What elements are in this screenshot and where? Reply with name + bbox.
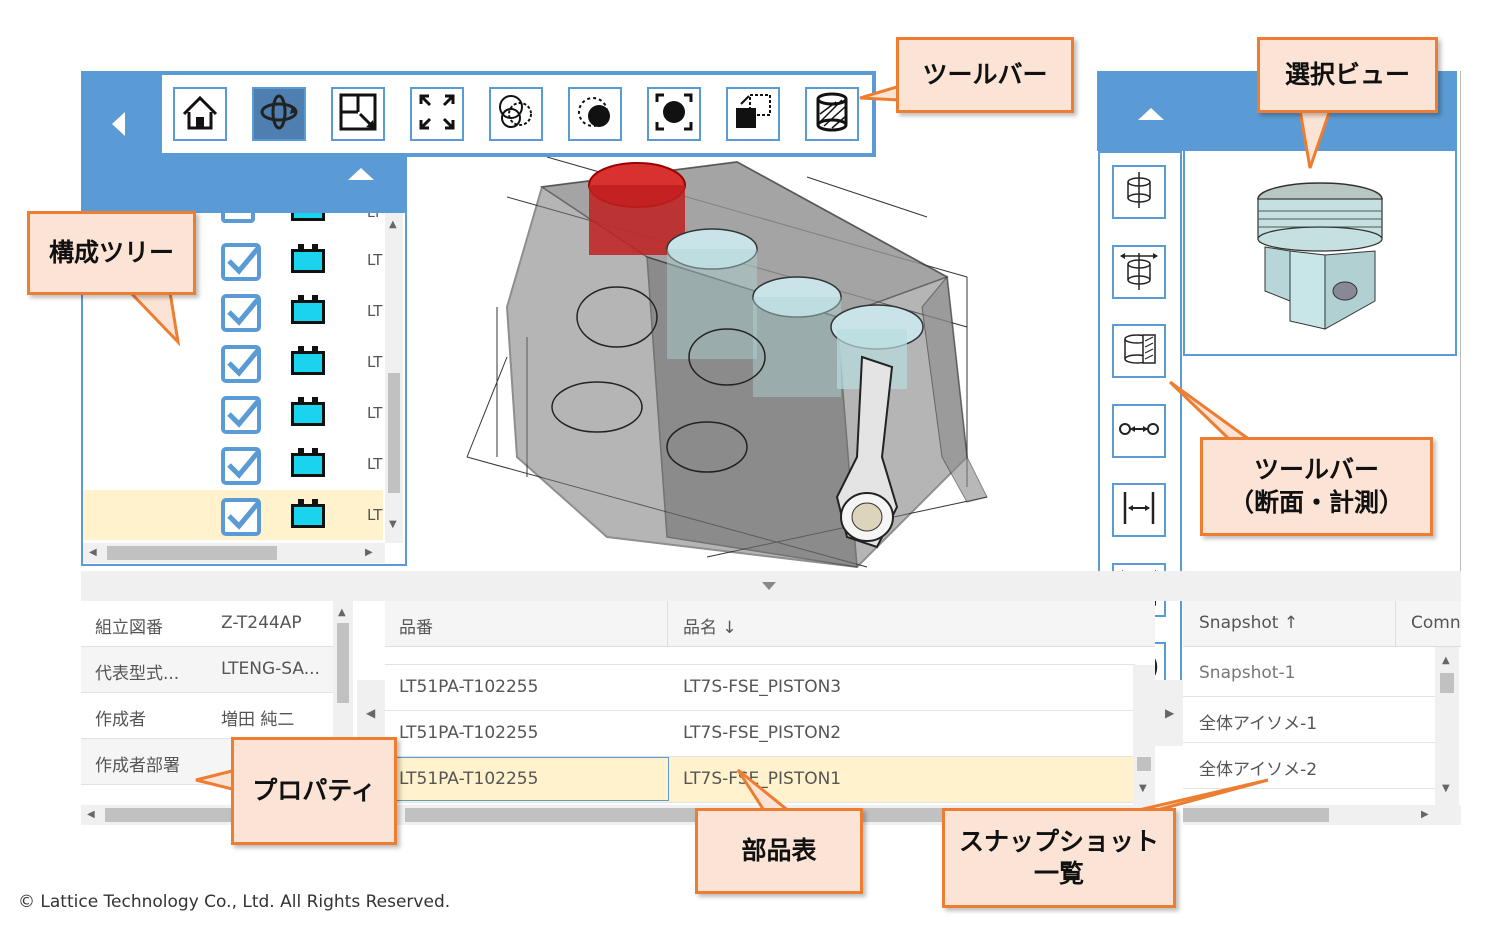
callout-snapshot: スナップショット 一覧 [942,808,1176,908]
callout-snapshot-line2: 一覧 [1033,859,1084,888]
callout-bom-text: 部品表 [741,835,817,865]
callout-snapshot-line1: スナップショット [958,826,1159,856]
callout-toolbar-text: ツールバー [922,59,1048,89]
callout-selection-view-text: 選択ビュー [1284,59,1410,89]
callout-properties: プロパティ [231,737,397,845]
callout-measure-toolbar-line2: （断面・計測） [1228,487,1404,517]
callout-bom: 部品表 [695,808,863,894]
callout-properties-text: プロパティ [252,775,376,805]
callout-tree: 構成ツリー [27,211,196,295]
callout-toolbar: ツールバー [896,37,1074,113]
callout-measure-toolbar-line1: ツールバー [1253,455,1379,484]
callout-measure-toolbar: ツールバー （断面・計測） [1200,437,1433,536]
callout-selection-view: 選択ビュー [1257,37,1438,113]
callout-tree-text: 構成ツリー [48,237,174,267]
